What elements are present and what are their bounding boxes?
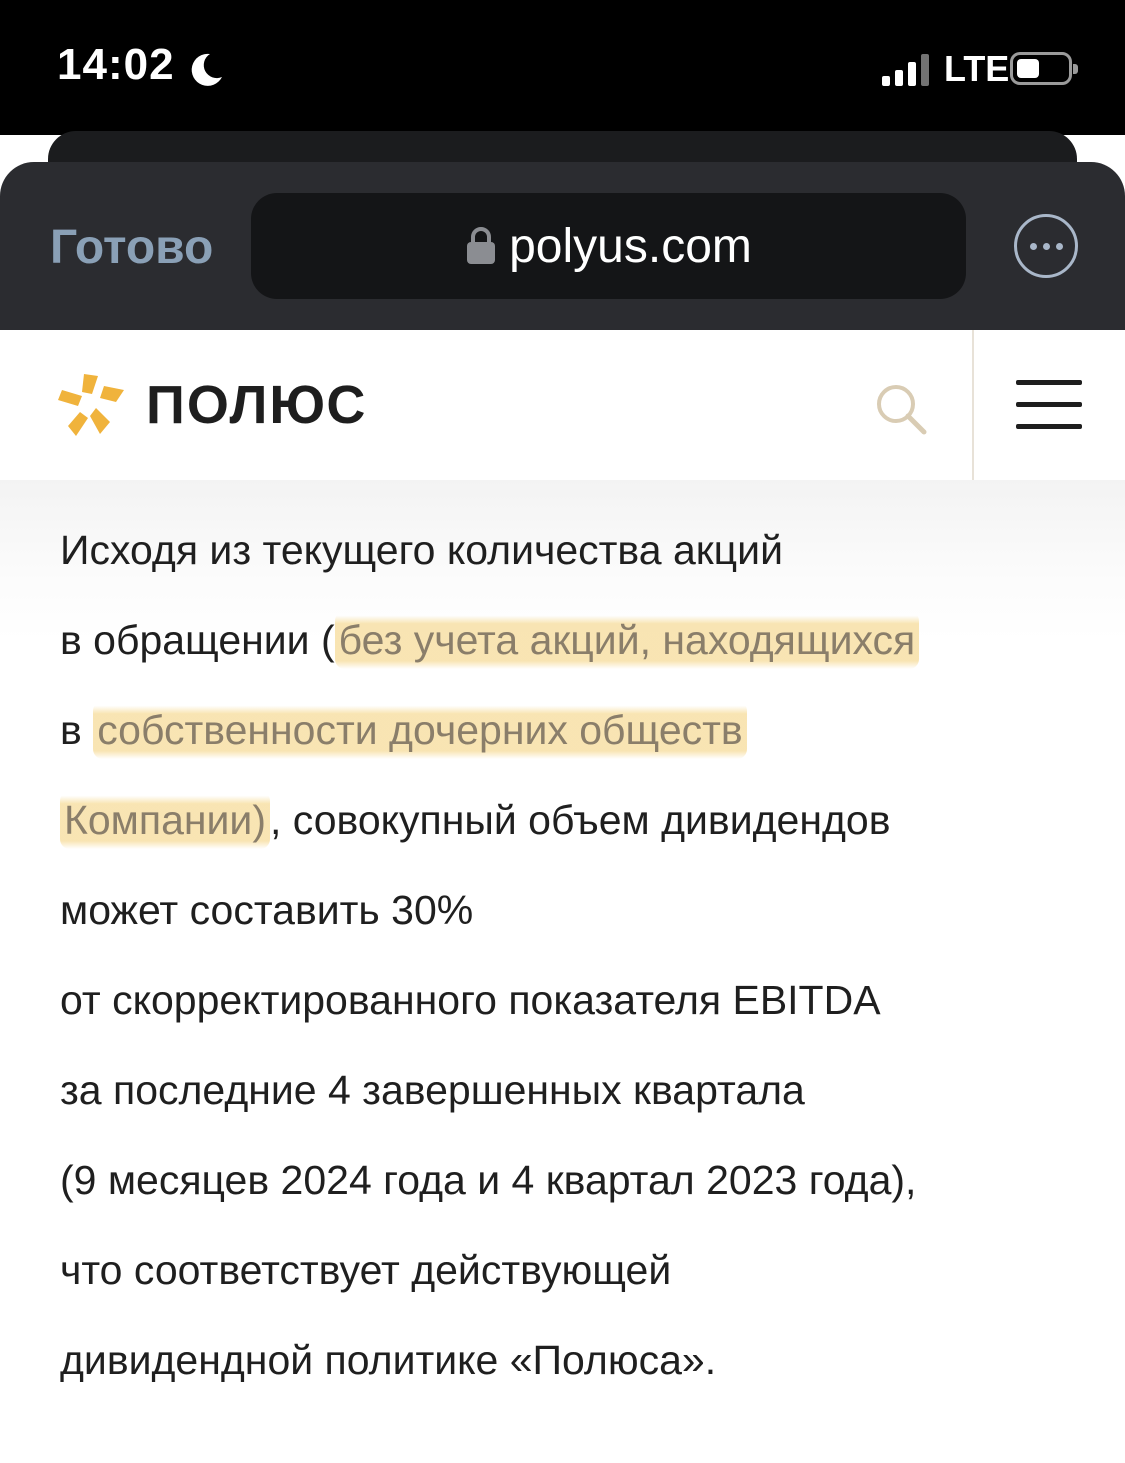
article-line: Компании), совокупный объем дивидендов — [60, 790, 890, 850]
done-button[interactable]: Готово — [50, 220, 213, 275]
status-time: 14:02 — [57, 40, 175, 89]
battery-icon — [1010, 52, 1078, 85]
highlighted-text: Компании) — [60, 791, 270, 849]
url-text: polyus.com — [509, 219, 752, 273]
highlighted-text: без учета акций, находящихся — [334, 611, 920, 669]
network-type: LTE — [944, 48, 1010, 89]
article-line: может составить 30% — [60, 887, 474, 933]
more-button[interactable] — [1014, 214, 1078, 278]
lock-icon — [467, 227, 496, 264]
header-divider — [972, 330, 974, 480]
article-line: от скорректированного показателя EBITDA — [60, 977, 881, 1023]
site-logo[interactable]: ПОЛЮС — [146, 374, 367, 436]
address-bar[interactable]: polyus.com — [251, 193, 966, 299]
logo-star-icon[interactable] — [58, 372, 126, 438]
article-line: что соответствует действующей — [60, 1247, 672, 1293]
status-bar: 14:02 LTE — [0, 0, 1125, 135]
menu-icon[interactable] — [1016, 380, 1084, 430]
article-line: за последние 4 завершенных квартала — [60, 1067, 805, 1113]
article-line: в обращении (без учета акций, находящихс… — [60, 610, 920, 670]
search-icon[interactable] — [872, 380, 928, 436]
article-line: в собственности дочерних обществ — [60, 700, 747, 760]
highlighted-text: собственности дочерних обществ — [93, 701, 747, 759]
article-line: (9 месяцев 2024 года и 4 квартал 2023 го… — [60, 1157, 917, 1203]
more-icon — [1029, 242, 1037, 250]
site-header: ПОЛЮС — [0, 330, 1125, 480]
article-body: Исходя из текущего количества акций в об… — [0, 480, 1125, 1463]
article-line: Исходя из текущего количества акций — [60, 527, 783, 573]
moon-icon — [191, 53, 222, 86]
article-line: дивидендной политике «Полюса». — [60, 1337, 717, 1383]
browser-toolbar: Готово polyus.com — [0, 162, 1125, 330]
signal-icon — [882, 52, 934, 86]
